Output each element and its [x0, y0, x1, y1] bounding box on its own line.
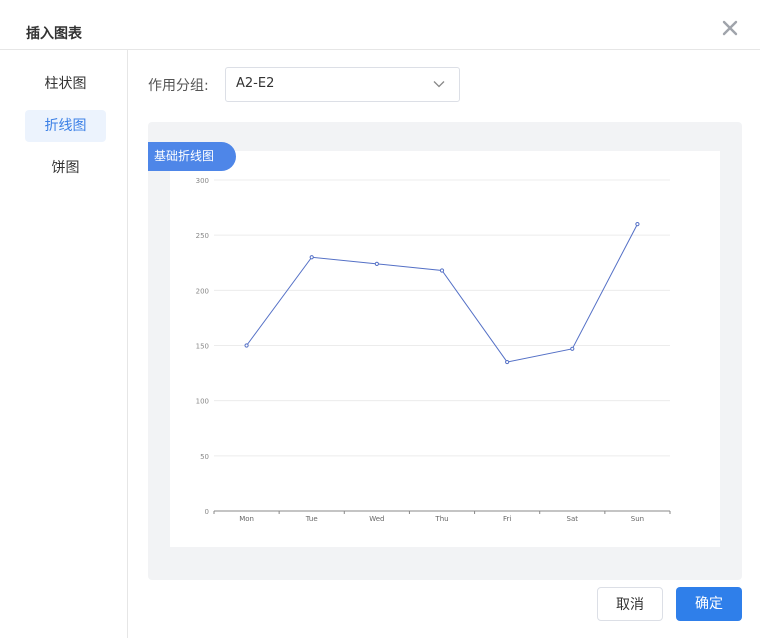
data-point [374, 261, 379, 266]
sidebar-item-line-chart[interactable]: 折线图 [25, 110, 106, 142]
x-tick-label: Fri [503, 515, 511, 523]
group-select-value: A2-E2 [236, 76, 275, 91]
y-tick-label: 300 [196, 177, 209, 185]
x-tick-label: Thu [434, 515, 448, 523]
group-select[interactable]: A2-E2 [225, 67, 460, 102]
y-tick-label: 0 [205, 508, 209, 516]
close-icon[interactable] [720, 18, 740, 38]
y-tick-label: 100 [196, 398, 209, 406]
x-tick-label: Tue [305, 515, 318, 523]
insert-chart-dialog: 插入图表 柱状图 折线图 饼图 作用分组: A2-E2 0 50 100 150 200… [0, 0, 760, 638]
chart-style-badge[interactable]: 基础折线图 [148, 142, 237, 171]
confirm-button[interactable]: 确定 [676, 587, 742, 621]
group-label: 作用分组: [148, 78, 209, 94]
x-tick-label: Mon [239, 515, 254, 523]
y-tick-label: 50 [200, 453, 209, 461]
dialog-title: 插入图表 [26, 26, 82, 42]
chevron-down-icon [433, 81, 445, 88]
y-tick-label: 150 [196, 343, 209, 351]
x-tick-label: Sat [567, 515, 579, 523]
line-chart: 0 50 100 150 200 250 300 Mon Tue Wed Thu Fri Sat Sun [196, 177, 671, 523]
data-point [439, 268, 445, 273]
x-tick-label: Wed [369, 515, 384, 523]
cancel-button[interactable]: 取消 [597, 587, 663, 621]
sidebar-item-bar-chart[interactable]: 柱状图 [25, 68, 106, 100]
y-tick-label: 200 [196, 287, 209, 295]
dialog-header: 插入图表 [0, 0, 760, 50]
chart-card: 0 50 100 150 200 250 300 Mon Tue Wed Thu Fri Sat Sun [170, 151, 720, 547]
data-point [570, 346, 575, 351]
chart-preview-area: 0 50 100 150 200 250 300 Mon Tue Wed Thu Fri Sat Sun … [148, 122, 742, 580]
series-line [246, 223, 638, 363]
data-point [505, 359, 510, 365]
chart-type-sidebar: 柱状图 折线图 饼图 [0, 50, 128, 638]
data-point [244, 343, 249, 348]
y-tick-label: 250 [196, 232, 209, 240]
data-point [635, 222, 640, 227]
data-point [309, 255, 314, 260]
x-tick-label: Sun [631, 515, 644, 523]
sidebar-item-pie-chart[interactable]: 饼图 [25, 152, 106, 184]
